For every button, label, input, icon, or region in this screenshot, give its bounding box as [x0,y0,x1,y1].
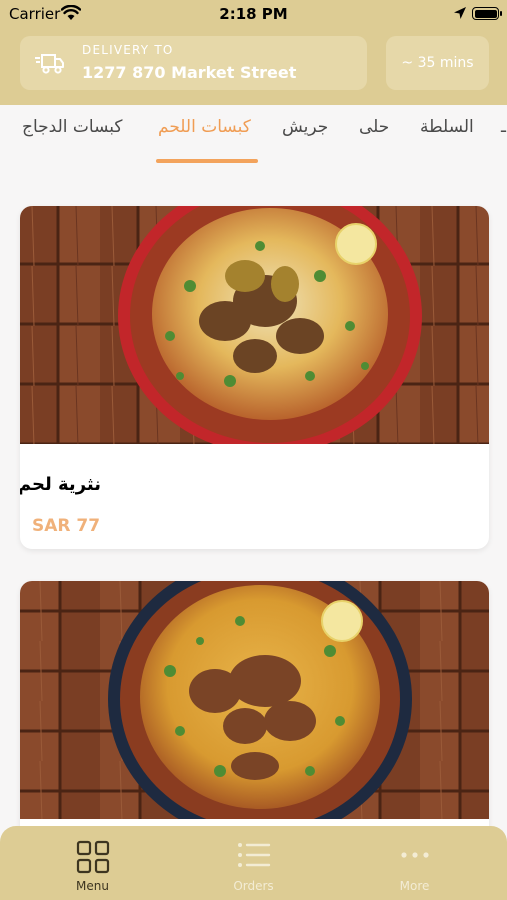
tab-salad[interactable]: السلطة [420,117,474,137]
delivery-address-button[interactable]: DELIVERY TO 1277 870 Market Street [20,36,367,90]
dish-photo [20,581,489,819]
more-dots-icon [400,852,429,858]
active-tab-indicator [156,159,258,163]
tab-jareesh[interactable]: جريش [282,117,328,137]
battery-icon [472,7,502,20]
delivery-truck-icon [35,54,64,74]
eta-button[interactable]: ~ 35 mins [386,36,489,90]
nav-more-label: More [399,879,430,893]
eta-label: ~ 35 mins [401,55,474,71]
nav-menu[interactable]: Menu [8,826,177,900]
nav-orders-label: Orders [233,879,274,893]
menu-item-card[interactable]: نثرية لحم SAR 77 [20,206,489,549]
tab-desserts[interactable]: حلى [359,117,389,137]
bottom-navigation: Menu Orders More [0,826,507,900]
nav-orders[interactable]: Orders [169,826,338,900]
dish-photo [20,206,489,444]
tab-meat-kabsa[interactable]: كبسات اللحم [158,117,251,137]
grid-icon [76,840,109,874]
location-arrow-icon [454,7,466,19]
list-icon [237,843,270,867]
dish-price: SAR 77 [32,516,101,536]
tab-chicken-kabsa[interactable]: كبسات الدجاج [22,117,122,137]
nav-more[interactable]: More [330,826,499,900]
top-bar: Carrier 2:18 PM DELIVERY TO 1277 870 Mar… [0,0,507,105]
nav-menu-label: Menu [76,879,109,893]
tab-overflow[interactable]: ـ [501,117,506,137]
delivery-label: DELIVERY TO [82,43,174,57]
clock: 2:18 PM [219,5,288,23]
status-bar: Carrier 2:18 PM [0,0,507,30]
delivery-address: 1277 870 Market Street [82,63,297,82]
menu-item-card[interactable] [20,581,489,841]
category-tabs: كبسات الدجاج كبسات اللحم جريش حلى السلطة… [0,105,507,167]
dish-name: نثرية لحم [20,474,101,495]
